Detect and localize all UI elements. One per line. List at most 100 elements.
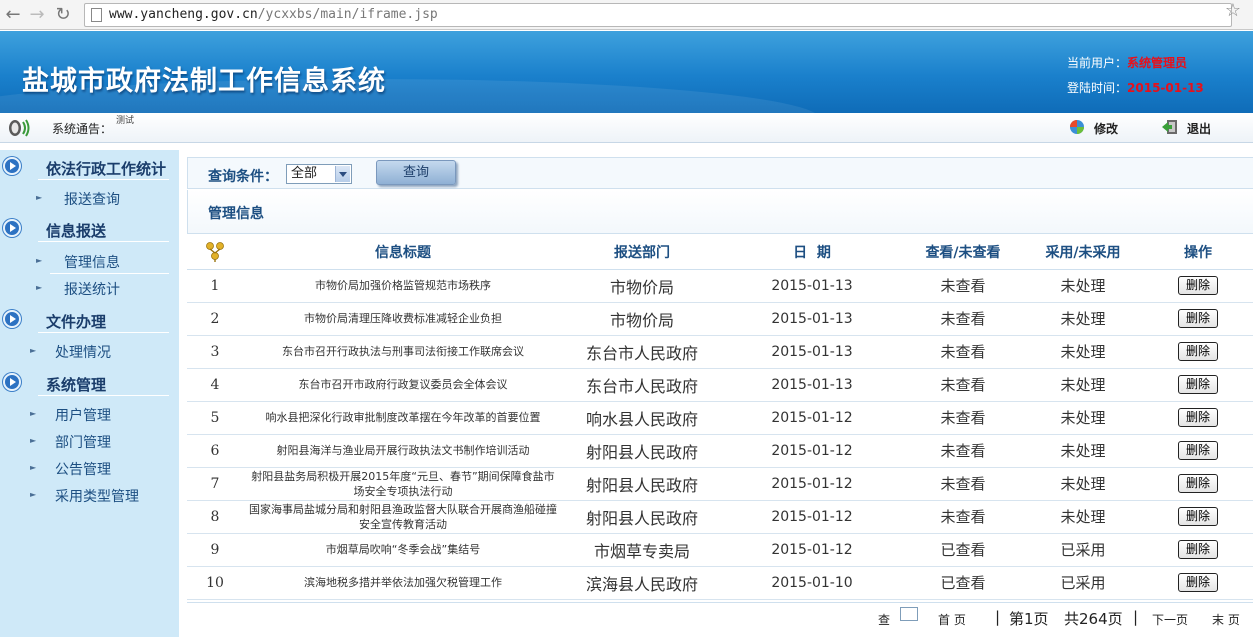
- table-row: 5 响水县把深化行政审批制度改革摆在今年改革的首要位置 响水县人民政府 2015-01…: [187, 401, 1253, 435]
- next-page-link[interactable]: 下一页: [1152, 611, 1188, 628]
- row-action-cell: 删除: [1143, 566, 1253, 600]
- sidebar-item-report-stats[interactable]: ► 报送统计: [0, 275, 179, 301]
- table-row: 1 市物价局加强价格监管规范市场秩序 市物价局 2015-01-13 未查看 未处理 删除: [187, 269, 1253, 303]
- arrow-circle-icon: [3, 219, 21, 237]
- bullet-icon: ►: [36, 193, 43, 202]
- sidebar-item-announcements[interactable]: ► 公告管理: [0, 455, 179, 481]
- current-page: 第1页: [1009, 610, 1049, 628]
- query-select-value: 全部: [291, 166, 318, 181]
- row-view-status: 未查看: [903, 467, 1023, 501]
- reload-icon[interactable]: ↻: [52, 4, 74, 26]
- sidebar-group-files[interactable]: 文件办理: [0, 305, 179, 335]
- delete-button[interactable]: 删除: [1178, 375, 1218, 394]
- row-title: 东台市召开行政执法与刑事司法衔接工作联席会议: [243, 335, 563, 369]
- sidebar-item-users[interactable]: ► 用户管理: [0, 401, 179, 427]
- delete-button[interactable]: 删除: [1178, 441, 1218, 460]
- bookmark-star-icon[interactable]: ☆: [1225, 0, 1241, 22]
- edit-button[interactable]: 修改: [1094, 120, 1118, 137]
- row-title: 市物价局加强价格监管规范市场秩序: [243, 269, 563, 303]
- row-view-status: 未查看: [903, 434, 1023, 468]
- arrow-circle-icon: [3, 373, 21, 391]
- login-time-line: 登陆时间：2015-01-13: [1067, 76, 1204, 101]
- column-header-adopted: 采用/未采用: [1023, 235, 1143, 270]
- sidebar-group-system[interactable]: 系统管理: [0, 368, 179, 398]
- row-date: 2015-01-12: [721, 467, 903, 501]
- login-time-value: 2015-01-13: [1127, 81, 1204, 95]
- row-adopt-status: 未处理: [1023, 434, 1143, 468]
- sidebar-group-stats[interactable]: 依法行政工作统计: [0, 152, 179, 182]
- row-adopt-status: 未处理: [1023, 269, 1143, 303]
- delete-button[interactable]: 删除: [1178, 408, 1218, 427]
- row-action-cell: 删除: [1143, 368, 1253, 402]
- pager-separator: |: [1133, 608, 1139, 626]
- address-bar[interactable]: www.yancheng.gov.cn/ycxxbs/main/iframe.j…: [84, 3, 1232, 27]
- sidebar-item-label: 管理信息: [64, 255, 120, 271]
- row-adopt-status: 已采用: [1023, 533, 1143, 567]
- sidebar-item-label: 报送统计: [64, 282, 120, 298]
- delete-button[interactable]: 删除: [1178, 573, 1218, 592]
- delete-button[interactable]: 删除: [1178, 540, 1218, 559]
- chevron-down-icon[interactable]: [335, 166, 350, 182]
- row-date: 2015-01-12: [721, 401, 903, 435]
- row-title: 市物价局清理压降收费标准减轻企业负担: [243, 302, 563, 336]
- sidebar-item-manage-info[interactable]: ► 管理信息: [0, 248, 179, 274]
- logout-button[interactable]: 退出: [1187, 120, 1211, 137]
- row-action-cell: 删除: [1143, 269, 1253, 303]
- edit-icon[interactable]: [1068, 119, 1086, 135]
- query-button[interactable]: 查询: [376, 160, 456, 185]
- row-adopt-status: 未处理: [1023, 368, 1143, 402]
- back-arrow-icon[interactable]: ←: [2, 4, 24, 26]
- bullet-icon: ►: [30, 463, 37, 472]
- row-date: 2015-01-13: [721, 368, 903, 402]
- query-bar: 查询条件： 全部 查询: [187, 157, 1253, 189]
- row-date: 2015-01-13: [721, 302, 903, 336]
- first-page-link[interactable]: 首 页: [938, 611, 966, 628]
- current-user-name: 系统管理员: [1127, 56, 1188, 70]
- logout-icon[interactable]: [1162, 119, 1180, 135]
- delete-button[interactable]: 删除: [1178, 507, 1218, 526]
- pagination: 查 首 页 | 第1页 共264页 | 下一页 末 页: [187, 602, 1253, 637]
- row-index: 8: [187, 500, 243, 534]
- bullet-icon: ►: [36, 256, 43, 265]
- sidebar-item-label: 采用类型管理: [55, 489, 139, 505]
- sidebar-item-label: 处理情况: [55, 345, 111, 361]
- bullet-icon: ►: [30, 436, 37, 445]
- row-department: 市物价局: [563, 302, 721, 336]
- row-view-status: 未查看: [903, 500, 1023, 534]
- last-page-link[interactable]: 末 页: [1212, 611, 1240, 628]
- sidebar-item-label: 用户管理: [55, 408, 111, 424]
- table-row: 9 市烟草局吹响“冬季会战”集结号 市烟草专卖局 2015-01-12 已查看 已采用 删除: [187, 533, 1253, 567]
- row-adopt-status: 未处理: [1023, 302, 1143, 336]
- table-row: 8 国家海事局盐城分局和射阳县渔政监督大队联合开展商渔船碰撞安全宣传教育活动 射阳县…: [187, 500, 1253, 534]
- bullet-icon: ►: [36, 283, 43, 292]
- row-index: 9: [187, 533, 243, 567]
- delete-button[interactable]: 删除: [1178, 309, 1218, 328]
- column-header-dept: 报送部门: [563, 235, 721, 270]
- sidebar-group-report[interactable]: 信息报送: [0, 214, 179, 244]
- delete-button[interactable]: 删除: [1178, 342, 1218, 361]
- sidebar-item-adoption-types[interactable]: ► 采用类型管理: [0, 482, 179, 508]
- query-condition-select[interactable]: 全部: [286, 164, 352, 184]
- row-index: 5: [187, 401, 243, 435]
- forward-arrow-icon[interactable]: →: [26, 4, 48, 26]
- row-adopt-status: 已采用: [1023, 566, 1143, 600]
- login-time-label: 登陆时间：: [1067, 81, 1128, 95]
- row-view-status: 未查看: [903, 269, 1023, 303]
- sidebar-item-departments[interactable]: ► 部门管理: [0, 428, 179, 454]
- header-banner: 盐城市政府法制工作信息系统 当前用户：系统管理员 登陆时间：2015-01-13: [0, 31, 1253, 113]
- delete-button[interactable]: 删除: [1178, 276, 1218, 295]
- sidebar-item-handling[interactable]: ► 处理情况: [0, 338, 179, 364]
- column-header-action: 操作: [1143, 235, 1253, 270]
- sidebar-item-label: 公告管理: [55, 462, 111, 478]
- table-row: 6 射阳县海洋与渔业局开展行政执法文书制作培训活动 射阳县人民政府 2015-01-1…: [187, 434, 1253, 468]
- delete-button[interactable]: 删除: [1178, 474, 1218, 493]
- pager-separator: |: [995, 608, 1001, 626]
- row-department: 射阳县人民政府: [563, 434, 721, 468]
- notice-text: 测试: [116, 116, 135, 126]
- sidebar: 依法行政工作统计 ► 报送查询 信息报送 ► 管理信息 ► 报送统计 文件办理 …: [0, 150, 179, 637]
- page-jump-input[interactable]: [900, 607, 918, 621]
- section-title: 管理信息: [208, 206, 264, 222]
- url-path: /ycxxbs/main/iframe.jsp: [257, 7, 438, 22]
- sidebar-item-query[interactable]: ► 报送查询: [0, 185, 179, 211]
- row-department: 市烟草专卖局: [563, 533, 721, 567]
